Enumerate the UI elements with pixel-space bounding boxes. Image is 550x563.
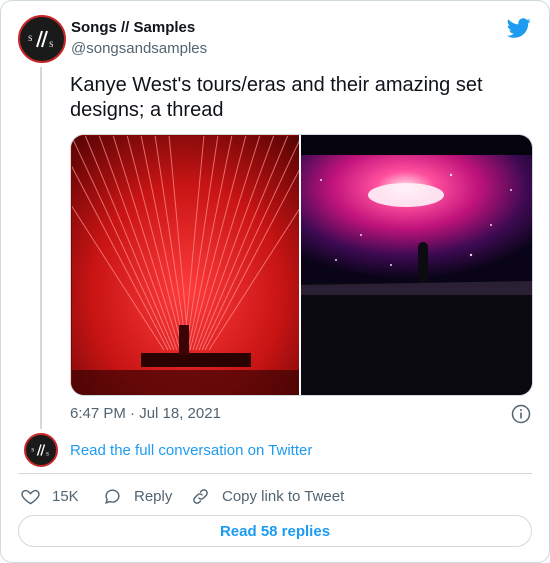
- info-icon[interactable]: [511, 404, 531, 424]
- author-avatar[interactable]: S S: [18, 15, 66, 63]
- conversation-avatar[interactable]: S S: [24, 433, 58, 467]
- reply-button[interactable]: Reply: [103, 485, 172, 507]
- avatar-logo-icon: S S: [31, 444, 49, 458]
- divider: [18, 473, 532, 474]
- tweet-text: Kanye West's tours/eras and their amazin…: [70, 74, 483, 121]
- like-count: 15K: [52, 487, 79, 505]
- galaxy-stage-silhouette-photo[interactable]: [301, 135, 532, 395]
- svg-text:S: S: [28, 34, 32, 43]
- tweet-card: S S Songs // Samples @songsandsamples Ka…: [0, 0, 550, 563]
- svg-text:S: S: [46, 452, 49, 458]
- author-name[interactable]: Songs // Samples: [71, 19, 195, 36]
- copy-link-label: Copy link to Tweet: [222, 487, 345, 505]
- read-replies-button[interactable]: Read 58 replies: [18, 515, 532, 547]
- thread-line: [40, 67, 42, 429]
- svg-text:S: S: [49, 40, 53, 49]
- reply-label: Reply: [134, 487, 173, 505]
- red-laser-stage-photo[interactable]: [71, 135, 301, 395]
- tweet-timestamp[interactable]: 6:47 PM · Jul 18, 2021: [70, 405, 221, 422]
- avatar-logo-icon: S S: [28, 30, 53, 49]
- media-grid: [70, 134, 533, 396]
- twitter-bird-icon[interactable]: [507, 16, 531, 40]
- link-icon: [193, 488, 208, 504]
- author-handle[interactable]: @songsandsamples: [71, 40, 207, 57]
- svg-text:S: S: [31, 447, 34, 453]
- reply-bubble-icon: [105, 488, 120, 504]
- read-conversation-link[interactable]: Read the full conversation on Twitter: [70, 442, 312, 459]
- like-button[interactable]: 15K: [21, 485, 79, 507]
- heart-icon: [21, 489, 40, 504]
- copy-link-button[interactable]: Copy link to Tweet: [191, 485, 344, 507]
